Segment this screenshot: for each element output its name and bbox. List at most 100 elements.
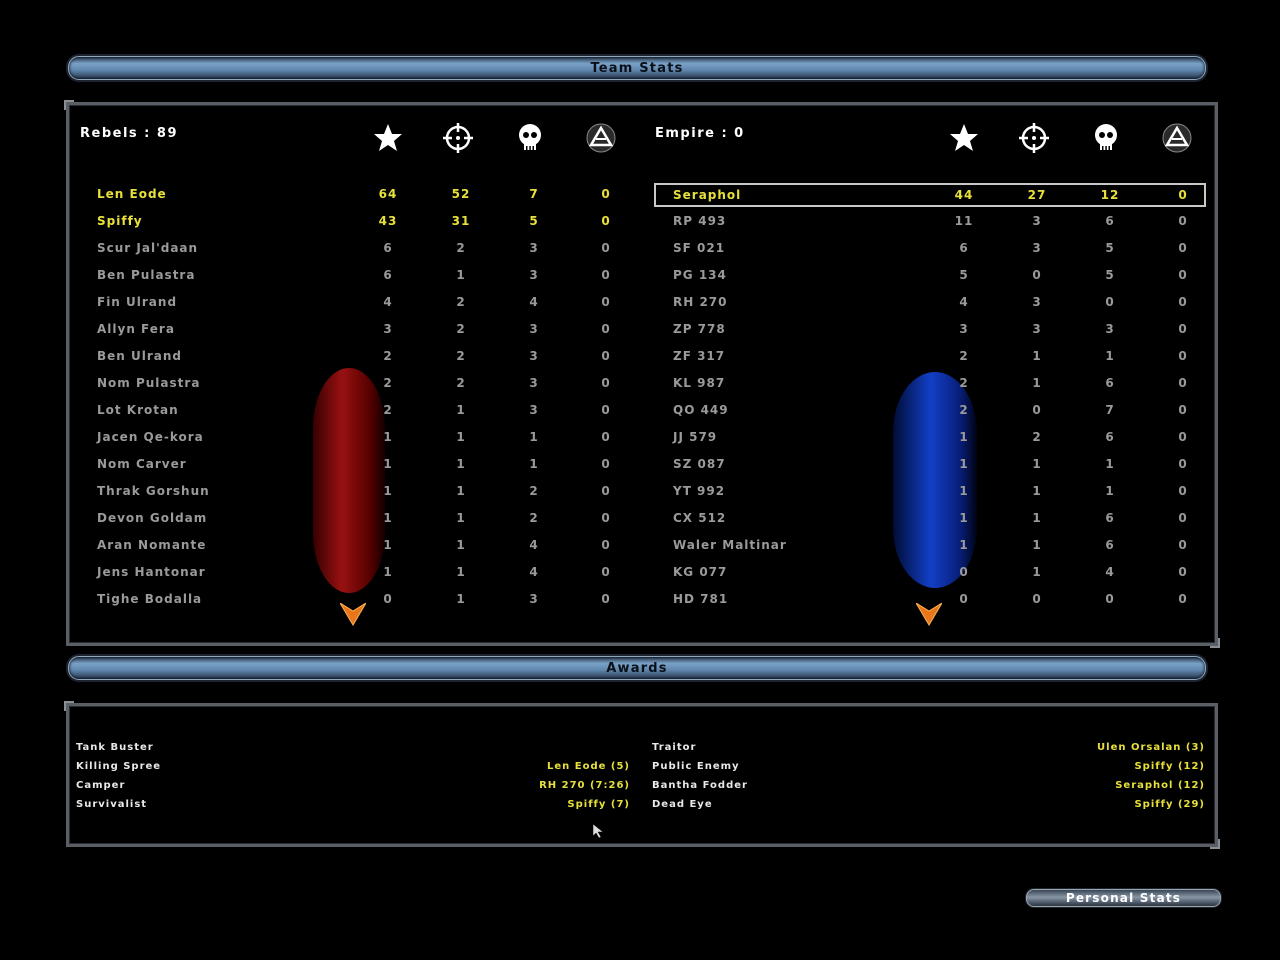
player-name: Ben Ulrand <box>97 349 183 363</box>
star-icon <box>948 122 980 154</box>
player-row[interactable]: Jens Hantonar 1 1 4 0 <box>78 562 638 582</box>
player-deaths: 3 <box>529 322 539 336</box>
player-deaths: 7 <box>529 187 539 201</box>
player-deaths: 6 <box>1105 376 1115 390</box>
player-points: 44 <box>954 188 974 202</box>
player-deaths: 3 <box>1105 322 1115 336</box>
player-kills: 1 <box>1032 565 1042 579</box>
player-row[interactable]: PG 134 5 0 5 0 <box>654 265 1202 285</box>
player-row[interactable]: Len Eode 64 52 7 0 <box>78 184 638 204</box>
player-deaths: 12 <box>1100 188 1120 202</box>
player-row[interactable]: Nom Pulastra 2 2 3 0 <box>78 373 638 393</box>
awards-titlebar: Awards <box>68 656 1206 680</box>
rebel-symbol-icon <box>1161 122 1193 154</box>
player-row[interactable]: RP 493 11 3 6 0 <box>654 211 1202 231</box>
player-name: ZP 778 <box>673 322 726 336</box>
player-points: 2 <box>383 349 393 363</box>
player-points: 1 <box>959 511 969 525</box>
player-row[interactable]: ZP 778 3 3 3 0 <box>654 319 1202 339</box>
player-name: Aran Nomante <box>97 538 207 552</box>
award-label: Bantha Fodder <box>652 780 748 791</box>
personal-stats-button[interactable]: Personal Stats <box>1026 889 1221 907</box>
player-points: 2 <box>959 403 969 417</box>
player-row[interactable]: Ben Ulrand 2 2 3 0 <box>78 346 638 366</box>
player-kills: 1 <box>1032 376 1042 390</box>
player-row[interactable]: JJ 579 1 2 6 0 <box>654 427 1202 447</box>
player-name: Nom Pulastra <box>97 376 201 390</box>
player-row[interactable]: Jacen Qe-kora 1 1 1 0 <box>78 427 638 447</box>
player-deaths: 3 <box>529 376 539 390</box>
player-row[interactable]: YT 992 1 1 1 0 <box>654 481 1202 501</box>
player-other: 0 <box>1178 592 1188 606</box>
player-deaths: 3 <box>529 349 539 363</box>
player-name: Thrak Gorshun <box>97 484 210 498</box>
player-row[interactable]: Thrak Gorshun 1 1 2 0 <box>78 481 638 501</box>
player-row[interactable]: KL 987 2 1 6 0 <box>654 373 1202 393</box>
player-points: 11 <box>954 214 974 228</box>
player-row[interactable]: KG 077 0 1 4 0 <box>654 562 1202 582</box>
player-row[interactable]: SF 021 6 3 5 0 <box>654 238 1202 258</box>
player-points: 2 <box>959 349 969 363</box>
player-other: 0 <box>601 187 611 201</box>
player-points: 1 <box>383 538 393 552</box>
player-row[interactable]: Devon Goldam 1 1 2 0 <box>78 508 638 528</box>
player-row[interactable]: Nom Carver 1 1 1 0 <box>78 454 638 474</box>
award-label: Tank Buster <box>76 742 154 753</box>
player-other: 0 <box>601 214 611 228</box>
player-row[interactable]: Waler Maltinar 1 1 6 0 <box>654 535 1202 555</box>
player-row[interactable]: Seraphol 44 27 12 0 <box>654 183 1206 207</box>
player-row[interactable]: QO 449 2 0 7 0 <box>654 400 1202 420</box>
player-deaths: 3 <box>529 268 539 282</box>
player-kills: 1 <box>456 565 466 579</box>
player-deaths: 0 <box>1105 592 1115 606</box>
player-name: Len Eode <box>97 187 167 201</box>
player-deaths: 4 <box>529 565 539 579</box>
player-name: KG 077 <box>673 565 728 579</box>
player-other: 0 <box>1178 268 1188 282</box>
player-kills: 1 <box>456 430 466 444</box>
player-row[interactable]: Ben Pulastra 6 1 3 0 <box>78 265 638 285</box>
player-other: 0 <box>1178 295 1188 309</box>
player-name: SF 021 <box>673 241 726 255</box>
player-row[interactable]: Spiffy 43 31 5 0 <box>78 211 638 231</box>
player-kills: 1 <box>1032 457 1042 471</box>
player-kills: 0 <box>1032 268 1042 282</box>
player-name: PG 134 <box>673 268 727 282</box>
skull-icon <box>514 122 546 154</box>
player-row[interactable]: Allyn Fera 3 2 3 0 <box>78 319 638 339</box>
player-kills: 1 <box>1032 484 1042 498</box>
player-deaths: 4 <box>529 295 539 309</box>
player-deaths: 1 <box>529 430 539 444</box>
crosshair-icon <box>442 122 474 154</box>
player-kills: 3 <box>1032 322 1042 336</box>
player-points: 2 <box>383 376 393 390</box>
player-points: 6 <box>959 241 969 255</box>
player-name: Fin Ulrand <box>97 295 178 309</box>
player-row[interactable]: Aran Nomante 1 1 4 0 <box>78 535 638 555</box>
player-other: 0 <box>601 403 611 417</box>
award-label: Public Enemy <box>652 761 740 772</box>
player-kills: 1 <box>456 484 466 498</box>
player-name: Spiffy <box>97 214 143 228</box>
player-kills: 3 <box>1032 295 1042 309</box>
player-deaths: 0 <box>1105 295 1115 309</box>
player-deaths: 6 <box>1105 511 1115 525</box>
team-stats-title: Team Stats <box>590 61 684 76</box>
player-kills: 2 <box>456 241 466 255</box>
player-row[interactable]: SZ 087 1 1 1 0 <box>654 454 1202 474</box>
player-deaths: 4 <box>1105 565 1115 579</box>
player-row[interactable]: RH 270 4 3 0 0 <box>654 292 1202 312</box>
player-kills: 1 <box>456 403 466 417</box>
rebels-header: Rebels : 89 <box>80 126 178 141</box>
player-points: 43 <box>378 214 398 228</box>
player-points: 4 <box>383 295 393 309</box>
player-row[interactable]: Lot Krotan 2 1 3 0 <box>78 400 638 420</box>
player-row[interactable]: ZF 317 2 1 1 0 <box>654 346 1202 366</box>
player-name: Jens Hantonar <box>97 565 206 579</box>
player-name: Seraphol <box>673 188 742 202</box>
player-name: Allyn Fera <box>97 322 175 336</box>
awards-title: Awards <box>606 661 668 676</box>
player-row[interactable]: Scur Jal'daan 6 2 3 0 <box>78 238 638 258</box>
player-row[interactable]: Fin Ulrand 4 2 4 0 <box>78 292 638 312</box>
player-row[interactable]: CX 512 1 1 6 0 <box>654 508 1202 528</box>
